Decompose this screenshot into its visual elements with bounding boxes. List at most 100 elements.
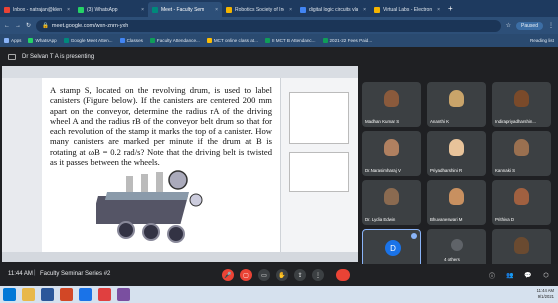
- browser-tab[interactable]: Virtual Labs - Electronic ×: [370, 2, 444, 17]
- new-tab-button[interactable]: +: [448, 4, 453, 13]
- app-icon[interactable]: [117, 288, 130, 301]
- bookmark-item[interactable]: MCT online class at...: [206, 38, 258, 43]
- presenting-label: Dr Selvan T A is presenting: [22, 54, 95, 60]
- url-field[interactable]: 🔒 meet.google.com/wxn-znrn-yxh: [36, 19, 501, 32]
- shared-sidebar: [2, 78, 42, 262]
- more-options-button[interactable]: ⋮: [312, 269, 324, 281]
- browser-tab[interactable]: Robotics Society of Ind ×: [222, 2, 296, 17]
- tab-label: Meet - Faculty Sem: [161, 6, 205, 13]
- bookmark-icon: [149, 38, 155, 43]
- tab-favicon-icon: [226, 6, 232, 13]
- participant-photo: [384, 188, 399, 205]
- tab-close-icon[interactable]: ×: [437, 7, 440, 13]
- participant-tile[interactable]: Ananthi K: [427, 82, 486, 127]
- windows-taskbar: 11:44 AM 9/1/2021: [0, 286, 558, 303]
- participant-tile[interactable]: Priyadharshini R: [427, 131, 486, 176]
- powerpoint-icon[interactable]: [60, 288, 73, 301]
- reading-list-button[interactable]: Reading list: [530, 38, 554, 43]
- participant-photo: [514, 188, 529, 205]
- conveyor-figure: [96, 170, 203, 243]
- participant-tile[interactable]: Indirapriyadharshin...: [492, 82, 551, 127]
- participant-photo: [449, 139, 464, 156]
- participant-name: Dr. Lydia Edwin: [365, 217, 396, 222]
- address-bar: ← → ↻ 🔒 meet.google.com/wxn-znrn-yxh ☆ P…: [0, 17, 558, 34]
- pdf-reader-icon[interactable]: [98, 288, 111, 301]
- bookmark-icon: [119, 38, 125, 43]
- browser-tab[interactable]: Inbox - natrajan@klenc ×: [0, 2, 74, 17]
- word-icon[interactable]: [41, 288, 54, 301]
- captions-button[interactable]: ▭: [258, 269, 270, 281]
- presenting-indicator-icon: [411, 233, 417, 239]
- bookmark-item[interactable]: Classes: [119, 38, 143, 43]
- menu-icon[interactable]: ⋮: [548, 22, 554, 29]
- star-icon[interactable]: ☆: [506, 22, 511, 29]
- participant-name: Bhuvaneswari M: [430, 217, 463, 222]
- tab-label: Virtual Labs - Electronic: [383, 6, 433, 13]
- info-icon[interactable]: ⓘ: [486, 269, 498, 281]
- participant-tile[interactable]: Kannaki S: [492, 131, 551, 176]
- tab-favicon-icon: [78, 6, 84, 13]
- bookmark-label: Apps: [11, 38, 22, 43]
- browser-tab[interactable]: Meet - Faculty Sem ×: [148, 2, 222, 17]
- tab-close-icon[interactable]: ×: [215, 7, 218, 13]
- system-clock: 11:44 AM 9/1/2021: [537, 288, 554, 299]
- document-page: A stamp S, located on the revolving drum…: [46, 80, 276, 256]
- participant-name: Madhan Kumar S: [365, 119, 400, 124]
- browser-tab[interactable]: (3) WhatsApp ×: [74, 2, 148, 17]
- bookmark-label: II MCT B Attendanc...: [271, 38, 316, 43]
- tab-favicon-icon: [300, 6, 306, 13]
- bookmark-item[interactable]: Apps: [4, 38, 21, 43]
- end-call-button[interactable]: [336, 269, 350, 281]
- activities-icon[interactable]: ⬡: [540, 269, 552, 281]
- bookmark-item[interactable]: Google Meet Atten...: [63, 38, 113, 43]
- slides-panel: [280, 78, 358, 262]
- start-icon[interactable]: [3, 288, 16, 301]
- reload-icon[interactable]: ↻: [26, 22, 31, 29]
- participant-avatar: D: [385, 240, 401, 256]
- participant-photo: [514, 237, 529, 254]
- file-explorer-icon[interactable]: [22, 288, 35, 301]
- bookmark-label: Google Meet Atten...: [70, 38, 113, 43]
- clock-time: 11:44 AM: [536, 288, 554, 293]
- chrome-icon[interactable]: [79, 288, 92, 301]
- bookmark-item[interactable]: Faculty Attendance...: [149, 38, 200, 43]
- tab-label: Robotics Society of Ind: [235, 6, 285, 13]
- tab-close-icon[interactable]: ×: [289, 7, 292, 13]
- present-icon: [8, 54, 16, 60]
- bookmark-item[interactable]: 2021-22 Fees Paid...: [322, 38, 372, 43]
- bookmark-label: MCT online class at...: [213, 38, 258, 43]
- bookmark-icon: [63, 38, 69, 43]
- participant-photo: [514, 139, 529, 156]
- separator: |: [34, 270, 36, 276]
- meeting-time: 11:44 AM: [8, 271, 33, 277]
- participant-photo: [449, 90, 464, 107]
- tab-close-icon[interactable]: ×: [141, 7, 144, 13]
- participant-tile[interactable]: Dr. Lydia Edwin: [362, 180, 421, 225]
- bookmark-icon: [28, 38, 34, 43]
- bookmark-item[interactable]: WhatsApp: [28, 38, 57, 43]
- mic-off-button[interactable]: 🎤: [222, 269, 234, 281]
- present-button[interactable]: ⇪: [294, 269, 306, 281]
- participant-tile[interactable]: Bhuvaneswari M: [427, 180, 486, 225]
- camera-off-button[interactable]: ▢: [240, 269, 252, 281]
- forward-icon[interactable]: →: [15, 23, 21, 29]
- url-text: meet.google.com/wxn-znrn-yxh: [51, 22, 129, 29]
- bookmark-icon: [206, 38, 212, 43]
- profile-button[interactable]: Paused: [516, 21, 543, 30]
- participant-name: Dr.Narasimharaj V: [365, 168, 401, 173]
- bookmark-icon: [4, 38, 9, 43]
- tab-close-icon[interactable]: ×: [67, 7, 70, 13]
- tab-label: (3) WhatsApp: [87, 6, 118, 13]
- tab-close-icon[interactable]: ×: [363, 7, 366, 13]
- participant-tile[interactable]: Madhan Kumar S: [362, 82, 421, 127]
- back-icon[interactable]: ←: [4, 23, 10, 29]
- raise-hand-button[interactable]: ✋: [276, 269, 288, 281]
- participant-name: 4 others: [444, 257, 460, 262]
- participant-tile[interactable]: Prithiva D: [492, 180, 551, 225]
- meet-control-bar: 11:44 AM | Faculty Seminar Series #2 🎤 ▢…: [0, 264, 558, 286]
- bookmark-item[interactable]: II MCT B Attendanc...: [264, 38, 316, 43]
- chat-icon[interactable]: 💬: [522, 269, 534, 281]
- browser-tab[interactable]: digital logic circuits vlab ×: [296, 2, 370, 17]
- people-icon[interactable]: 👥: [504, 269, 516, 281]
- participant-tile[interactable]: Dr.Narasimharaj V: [362, 131, 421, 176]
